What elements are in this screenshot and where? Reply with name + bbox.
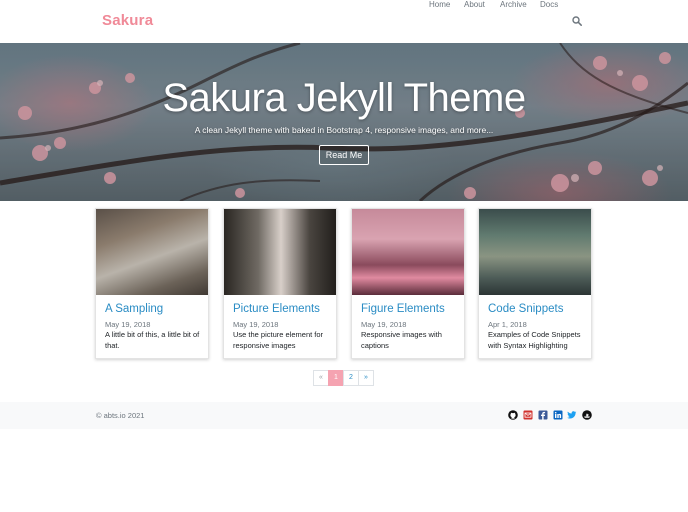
post-card[interactable]: A Sampling May 19, 2018 A little bit of … [95, 208, 209, 359]
post-excerpt: Use the picture element for responsive i… [233, 330, 324, 350]
stackoverflow-icon[interactable] [582, 410, 592, 420]
pagination-page-1[interactable]: 1 [328, 370, 344, 386]
pagination-page-2[interactable]: 2 [343, 370, 359, 386]
hero-title: Sakura Jekyll Theme [162, 76, 526, 120]
twitter-icon[interactable] [567, 410, 577, 420]
post-thumbnail[interactable] [96, 209, 208, 295]
post-title[interactable]: Picture Elements [233, 303, 320, 315]
nav-link-docs[interactable]: Docs [540, 0, 558, 9]
hero-overlay [0, 43, 688, 201]
post-date: Apr 1, 2018 [488, 320, 527, 329]
hero-banner: Sakura Jekyll Theme A clean Jekyll theme… [0, 43, 688, 201]
post-title[interactable]: A Sampling [105, 303, 163, 315]
read-me-button[interactable]: Read Me [319, 145, 369, 165]
email-icon[interactable] [523, 410, 533, 420]
nav-link-about[interactable]: About [464, 0, 485, 9]
post-card[interactable]: Code Snippets Apr 1, 2018 Examples of Co… [478, 208, 592, 359]
post-date: May 19, 2018 [233, 320, 279, 329]
post-card[interactable]: Picture Elements May 19, 2018 Use the pi… [223, 208, 337, 359]
post-card[interactable]: Figure Elements May 19, 2018 Responsive … [351, 208, 465, 359]
nav-link-home[interactable]: Home [429, 0, 450, 9]
post-thumbnail[interactable] [224, 209, 336, 295]
facebook-icon[interactable] [538, 410, 548, 420]
linkedin-icon[interactable] [553, 410, 563, 420]
post-excerpt: Examples of Code Snippets with Syntax Hi… [488, 330, 581, 350]
post-excerpt: A little bit of this, a little bit of th… [105, 330, 200, 350]
post-thumbnail[interactable] [479, 209, 591, 295]
post-date: May 19, 2018 [105, 320, 151, 329]
post-date: May 19, 2018 [361, 320, 407, 329]
github-icon[interactable] [508, 410, 518, 420]
brand-logo[interactable]: Sakura [102, 12, 153, 29]
post-thumbnail[interactable] [352, 209, 464, 295]
nav-link-archive[interactable]: Archive [500, 0, 527, 9]
search-icon[interactable] [572, 16, 582, 26]
pagination-prev[interactable]: « [313, 370, 329, 386]
footer: © abts.io 2021 [0, 402, 688, 429]
navbar: Sakura Home About Archive Docs [0, 0, 688, 43]
copyright-text: © abts.io 2021 [96, 411, 145, 420]
post-excerpt: Responsive images with captions [361, 330, 442, 350]
pagination-next[interactable]: » [358, 370, 374, 386]
hero-subtitle: A clean Jekyll theme with baked in Boots… [194, 125, 494, 135]
post-title[interactable]: Code Snippets [488, 303, 563, 315]
post-title[interactable]: Figure Elements [361, 303, 445, 315]
